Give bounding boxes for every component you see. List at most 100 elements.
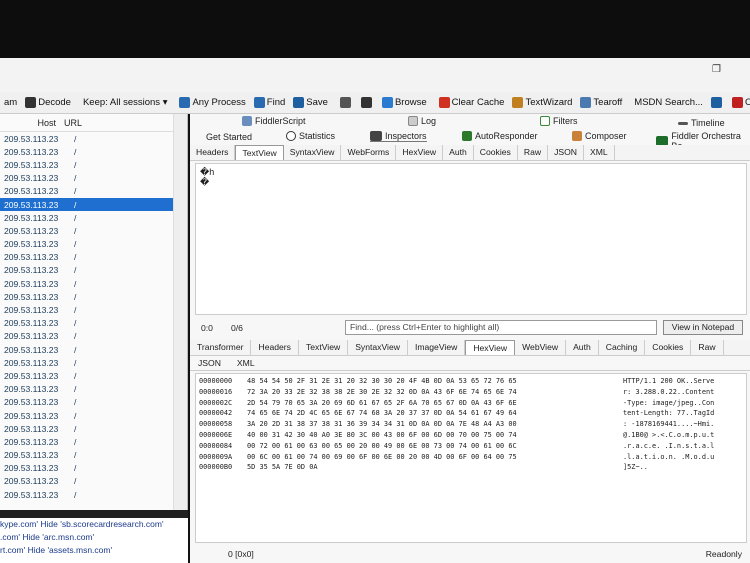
session-row[interactable]: 209.53.113.23 / — [0, 132, 187, 145]
session-row[interactable]: 209.53.113.23 / — [0, 158, 187, 171]
toolbar-item[interactable]: Decode — [25, 97, 71, 108]
session-row[interactable]: 209.53.113.23 / — [0, 197, 187, 212]
session-row[interactable]: 209.53.113.23 / — [0, 145, 187, 158]
session-row[interactable]: 209.53.113.23 / — [0, 290, 187, 303]
response-tab-auth[interactable]: Auth — [566, 340, 599, 355]
session-row[interactable]: 209.53.113.23 / — [0, 422, 187, 435]
toolbar-item-label: am — [4, 97, 18, 108]
toolbar-item[interactable]: Save — [293, 97, 328, 108]
session-row[interactable]: 209.53.113.23 / — [0, 383, 187, 396]
response-tab-json[interactable]: JSON — [190, 357, 229, 370]
response-tab-textview[interactable]: TextView — [299, 340, 349, 355]
session-list-scrollbar[interactable] — [173, 114, 187, 510]
session-url: / — [74, 397, 77, 408]
request-tab-webforms[interactable]: WebForms — [341, 145, 397, 160]
toolbar-item[interactable]: Tearoff — [580, 97, 622, 108]
session-row[interactable]: 209.53.113.23 / — [0, 185, 187, 198]
response-tab-syntaxview[interactable]: SyntaxView — [348, 340, 408, 355]
response-tab-transformer[interactable]: Transformer — [190, 340, 252, 355]
toolbar-item[interactable]: TextWizard — [512, 97, 572, 108]
toolbar-item[interactable]: MSDN Search... — [634, 97, 703, 108]
session-row[interactable]: 209.53.113.23 / — [0, 449, 187, 462]
toolbar-item-label: Save — [306, 97, 328, 108]
session-row[interactable]: 209.53.113.23 / — [0, 224, 187, 237]
toolbar-item[interactable] — [360, 97, 374, 108]
hex-offset: 00000042 — [199, 409, 233, 418]
hex-ascii: ]5Z~.. — [623, 463, 648, 472]
request-tab-textview[interactable]: TextView — [235, 145, 284, 160]
request-tab-auth[interactable]: Auth — [443, 145, 474, 160]
toolbar-item-label: Clear Cache — [451, 97, 505, 108]
session-row[interactable]: 209.53.113.23 / — [0, 303, 187, 316]
session-row[interactable]: 209.53.113.23 / — [0, 172, 187, 185]
session-row[interactable]: 209.53.113.23 / — [0, 330, 187, 343]
request-tab-headers[interactable]: Headers — [190, 145, 236, 160]
session-row[interactable]: 209.53.113.23 / — [0, 488, 187, 501]
timeline-icon — [678, 121, 688, 125]
tab-fiddlerscript[interactable]: FiddlerScript — [242, 116, 306, 126]
session-row[interactable]: 209.53.113.23 / — [0, 475, 187, 488]
session-url: / — [74, 199, 77, 210]
session-row[interactable]: 209.53.113.23 / — [0, 251, 187, 264]
request-tab-syntaxview[interactable]: SyntaxView — [284, 145, 342, 160]
toolbar-item[interactable] — [710, 97, 724, 108]
tab-inspectors[interactable]: Inspectors — [370, 131, 427, 142]
filter-rule-line[interactable]: .com' Hide 'arc.msn.com' — [0, 531, 188, 544]
toolbar-item[interactable]: Any Process — [179, 97, 246, 108]
session-row[interactable]: 209.53.113.23 / — [0, 211, 187, 224]
tab-get-started[interactable]: Get Started — [206, 132, 252, 142]
hex-view[interactable]: 00000000 48 54 54 50 2F 31 2E 31 20 32 30… — [195, 373, 747, 543]
toolbar-item[interactable]: am — [4, 97, 17, 108]
session-host: 209.53.113.23 — [4, 305, 59, 316]
response-tab-raw[interactable]: Raw — [691, 340, 724, 355]
host-column-header[interactable]: Host — [0, 118, 60, 128]
response-tab-webview[interactable]: WebView — [515, 340, 567, 355]
session-row[interactable]: 209.53.113.23 / — [0, 356, 187, 369]
tab-autoresponder[interactable]: AutoResponder — [462, 131, 538, 141]
hex-offset: 000000B0 — [199, 463, 233, 472]
session-row[interactable]: 209.53.113.23 / — [0, 317, 187, 330]
session-row[interactable]: 209.53.113.23 / — [0, 369, 187, 382]
toolbar-item[interactable]: Keep: All sessions ▾ — [83, 97, 168, 108]
session-url: / — [74, 291, 77, 302]
toolbar-item[interactable]: Browse — [381, 97, 427, 108]
session-row[interactable]: 209.53.113.23 / — [0, 462, 187, 475]
session-row[interactable]: 209.53.113.23 / — [0, 343, 187, 356]
line-count: 0/6 — [231, 322, 243, 333]
session-row[interactable]: 209.53.113.23 / — [0, 264, 187, 277]
response-tab-headers[interactable]: Headers — [251, 340, 299, 355]
restore-window-icon[interactable]: ❐ — [712, 64, 722, 75]
session-row[interactable]: 209.53.113.23 / — [0, 277, 187, 290]
tab-timeline[interactable]: Timeline — [678, 118, 725, 128]
response-tab-cookies[interactable]: Cookies — [645, 340, 692, 355]
response-tab-xml[interactable]: XML — [229, 357, 263, 370]
session-row[interactable]: 209.53.113.23 / — [0, 435, 187, 448]
response-tab-caching[interactable]: Caching — [599, 340, 646, 355]
toolbar-item[interactable]: Clear Cache — [438, 97, 505, 108]
session-row[interactable]: 209.53.113.23 / — [0, 238, 187, 251]
view-in-notepad-button[interactable]: View in Notepad — [663, 320, 743, 335]
find-input[interactable]: Find... (press Ctrl+Enter to highlight a… — [345, 320, 657, 335]
toolbar-item[interactable]: Offline — [731, 97, 750, 108]
tab-filters[interactable]: Filters — [540, 116, 578, 126]
request-text-view[interactable]: �h � — [195, 163, 747, 315]
session-row[interactable]: 209.53.113.23 / — [0, 409, 187, 422]
request-tab-xml[interactable]: XML — [584, 145, 615, 160]
request-tab-json[interactable]: JSON — [548, 145, 584, 160]
timer-icon — [360, 97, 372, 108]
toolbar-item[interactable] — [339, 97, 353, 108]
request-tab-cookies[interactable]: Cookies — [474, 145, 518, 160]
inspector-pane: FiddlerScript Log Filters Timeline Get S… — [190, 114, 750, 563]
tab-composer[interactable]: Composer — [572, 131, 627, 141]
url-column-header[interactable]: URL — [60, 118, 82, 128]
response-tab-imageview[interactable]: ImageView — [408, 340, 466, 355]
filter-rule-line[interactable]: kype.com' Hide 'sb.scorecardresearch.com… — [0, 518, 188, 531]
request-tab-hexview[interactable]: HexView — [396, 145, 444, 160]
response-tab-hexview[interactable]: HexView — [465, 340, 516, 355]
tab-log[interactable]: Log — [408, 116, 436, 126]
request-tab-raw[interactable]: Raw — [518, 145, 549, 160]
filter-rule-line[interactable]: rt.com' Hide 'assets.msn.com' — [0, 544, 188, 557]
tab-statistics[interactable]: Statistics — [286, 131, 335, 141]
toolbar-item[interactable]: Find — [253, 97, 285, 108]
session-row[interactable]: 209.53.113.23 / — [0, 396, 187, 409]
